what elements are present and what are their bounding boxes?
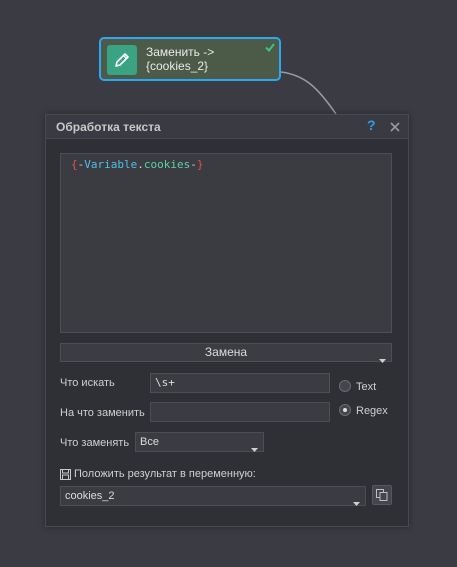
token-variable: Variable	[84, 158, 138, 171]
search-input[interactable]: \s+	[150, 373, 330, 393]
token-close-brace: }	[196, 158, 204, 171]
close-icon[interactable]	[390, 121, 400, 135]
check-icon	[265, 41, 275, 55]
result-variable-value: cookies_2	[65, 490, 115, 502]
radio-regex[interactable]	[339, 404, 351, 416]
editor-line: {-Variable.cookies-}	[71, 158, 203, 171]
what-select-value: Все	[140, 436, 159, 448]
text-processing-dialog: Обработка текста ? {-Variable.cookies-} …	[45, 114, 409, 527]
mode-select[interactable]: Замена	[60, 343, 392, 363]
help-button[interactable]: ?	[367, 117, 376, 133]
dialog-titlebar[interactable]: Обработка текста ?	[46, 115, 408, 139]
node-title-line1: Заменить ->	[146, 45, 215, 59]
replace-label: На что заменить	[60, 407, 145, 419]
variables-button[interactable]	[372, 485, 392, 505]
token-dot: .	[137, 158, 144, 171]
chevron-down-icon	[251, 440, 258, 458]
replace-input[interactable]	[150, 402, 330, 422]
token-dash: -	[190, 158, 197, 171]
dialog-title: Обработка текста	[56, 120, 161, 134]
save-result-row: Положить результат в переменную:	[60, 468, 256, 480]
chevron-down-icon	[353, 494, 360, 512]
save-icon	[60, 468, 71, 480]
text-editor[interactable]: {-Variable.cookies-}	[60, 153, 392, 333]
node-title-line2: {cookies_2}	[146, 59, 209, 73]
token-open-brace: {	[71, 158, 78, 171]
radio-regex-label[interactable]: Regex	[356, 405, 388, 417]
search-label: Что искать	[60, 377, 115, 389]
save-result-label: Положить результат в переменную:	[74, 468, 256, 480]
pencil-icon	[107, 45, 137, 75]
node-title: Заменить -> {cookies_2}	[146, 45, 214, 73]
what-select[interactable]: Все	[135, 432, 264, 452]
mode-select-value: Замена	[204, 345, 248, 359]
token-variable-name: cookies	[143, 158, 191, 171]
radio-text[interactable]	[339, 380, 351, 392]
chevron-down-icon	[379, 351, 386, 368]
radio-text-label[interactable]: Text	[356, 381, 376, 393]
what-label: Что заменять	[60, 437, 130, 449]
action-node[interactable]: Заменить -> {cookies_2}	[99, 37, 281, 81]
copy-icon	[376, 489, 388, 501]
result-variable-select[interactable]: cookies_2	[60, 486, 366, 506]
